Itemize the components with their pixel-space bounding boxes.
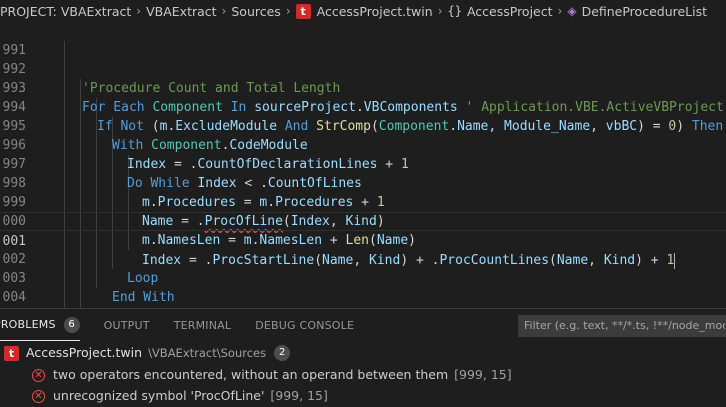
code-editor[interactable]: 991 992 'Procedure Count and Total Lengt… bbox=[0, 22, 726, 308]
panel-tabs: PROBLEMS 6 OUTPUT TERMINAL DEBUG CONSOLE bbox=[0, 309, 378, 341]
chevron-right-icon: › bbox=[136, 4, 142, 18]
problem-location: [999, 15] bbox=[454, 367, 512, 382]
problem-message: two operators encountered, without an op… bbox=[53, 367, 449, 382]
tab-debug-console-label: DEBUG CONSOLE bbox=[255, 318, 355, 332]
breadcrumb-method[interactable]: ◈ DefineProcedureList bbox=[567, 4, 707, 19]
bottom-panel: PROBLEMS 6 OUTPUT TERMINAL DEBUG CONSOLE… bbox=[0, 308, 726, 404]
error-icon: ✕ bbox=[32, 368, 45, 382]
code-line[interactable]: 004 End If bbox=[0, 269, 726, 305]
problem-file-count-badge: 2 bbox=[274, 345, 291, 361]
code-line[interactable]: 998 m.Procedures = m.Procedures + 1 bbox=[0, 155, 726, 210]
problems-count-badge: 6 bbox=[63, 316, 80, 333]
code-line[interactable]: 995 With Component.CodeModule bbox=[0, 98, 726, 153]
breadcrumb-project-label: PROJECT: VBAExtract bbox=[0, 3, 132, 19]
code-line[interactable]: 005 Next Component bbox=[0, 288, 726, 307]
tab-terminal[interactable]: TERMINAL bbox=[174, 309, 232, 341]
twinbasic-file-icon: t bbox=[4, 345, 19, 361]
code-line[interactable]: 996 Index = .CountOfDeclarationLines + 1 bbox=[0, 117, 726, 172]
breadcrumb-project[interactable]: PROJECT: VBAExtract bbox=[0, 4, 131, 19]
tab-output[interactable]: OUTPUT bbox=[104, 309, 150, 341]
breadcrumb-folder-sources-label: Sources bbox=[231, 3, 281, 19]
tab-debug-console[interactable]: DEBUG CONSOLE bbox=[255, 309, 354, 341]
code-line[interactable]: 003 End With bbox=[0, 250, 726, 305]
code-line[interactable]: 991 bbox=[0, 22, 726, 58]
tab-output-label: OUTPUT bbox=[103, 318, 150, 332]
breadcrumb-folder-vbaextract[interactable]: VBAExtract bbox=[146, 4, 216, 19]
code-line[interactable]: 992 'Procedure Count and Total Length bbox=[0, 41, 726, 96]
chevron-right-icon: › bbox=[221, 4, 227, 18]
code-line[interactable]: 999 Name = .ProcOfLine(Index, Kind) bbox=[0, 174, 726, 229]
breadcrumb-class[interactable]: {} AccessProject bbox=[448, 4, 553, 19]
problem-file-name: AccessProject.twin bbox=[26, 345, 143, 360]
code-line[interactable]: 993 For Each Component In sourceProject.… bbox=[0, 60, 726, 115]
chevron-right-icon: › bbox=[285, 4, 291, 18]
breadcrumb-file-label: AccessProject.twin bbox=[316, 3, 433, 19]
problems-filter-input[interactable]: Filter (e.g. text, **/*.ts, !**/node_mod… bbox=[518, 315, 726, 337]
breadcrumb-file[interactable]: t AccessProject.twin bbox=[295, 3, 433, 19]
code-line[interactable]: 994 If Not (m.ExcludeModule And StrComp(… bbox=[0, 79, 726, 134]
namespace-icon: {} bbox=[447, 4, 462, 18]
breadcrumb-method-label: DefineProcedureList bbox=[581, 3, 708, 19]
code-line[interactable]: 997 Do While Index < .CountOfLines bbox=[0, 136, 726, 191]
problem-file-path: \VBAExtract\Sources bbox=[148, 346, 267, 360]
breadcrumb: PROJECT: VBAExtract › VBAExtract › Sourc… bbox=[0, 0, 726, 22]
tab-problems[interactable]: PROBLEMS 6 bbox=[0, 309, 80, 341]
code-line-current[interactable]: 001 Index = .ProcStartLine(Name, Kind) +… bbox=[0, 212, 726, 269]
problem-file-row[interactable]: t AccessProject.twin \VBAExtract\Sources… bbox=[4, 342, 291, 364]
breadcrumb-folder-vbaextract-label: VBAExtract bbox=[146, 3, 217, 19]
tab-problems-label: PROBLEMS bbox=[0, 318, 56, 331]
problem-item[interactable]: ✕ two operators encountered, without an … bbox=[32, 364, 512, 386]
breadcrumb-folder-sources[interactable]: Sources bbox=[231, 4, 280, 19]
twinbasic-file-icon: t bbox=[295, 3, 311, 19]
chevron-right-icon: › bbox=[437, 4, 443, 18]
code-line[interactable]: 002 Loop bbox=[0, 231, 726, 286]
method-icon: ◈ bbox=[567, 4, 577, 18]
error-icon: ✕ bbox=[32, 389, 45, 403]
filter-placeholder: Filter (e.g. text, **/*.ts, !**/node_mod… bbox=[524, 319, 725, 332]
tab-terminal-label: TERMINAL bbox=[173, 318, 232, 332]
chevron-right-icon: › bbox=[557, 4, 563, 18]
breadcrumb-class-label: AccessProject bbox=[466, 3, 553, 19]
code-line[interactable]: 000 m.NamesLen = m.NamesLen + Len(Name) bbox=[0, 193, 726, 248]
